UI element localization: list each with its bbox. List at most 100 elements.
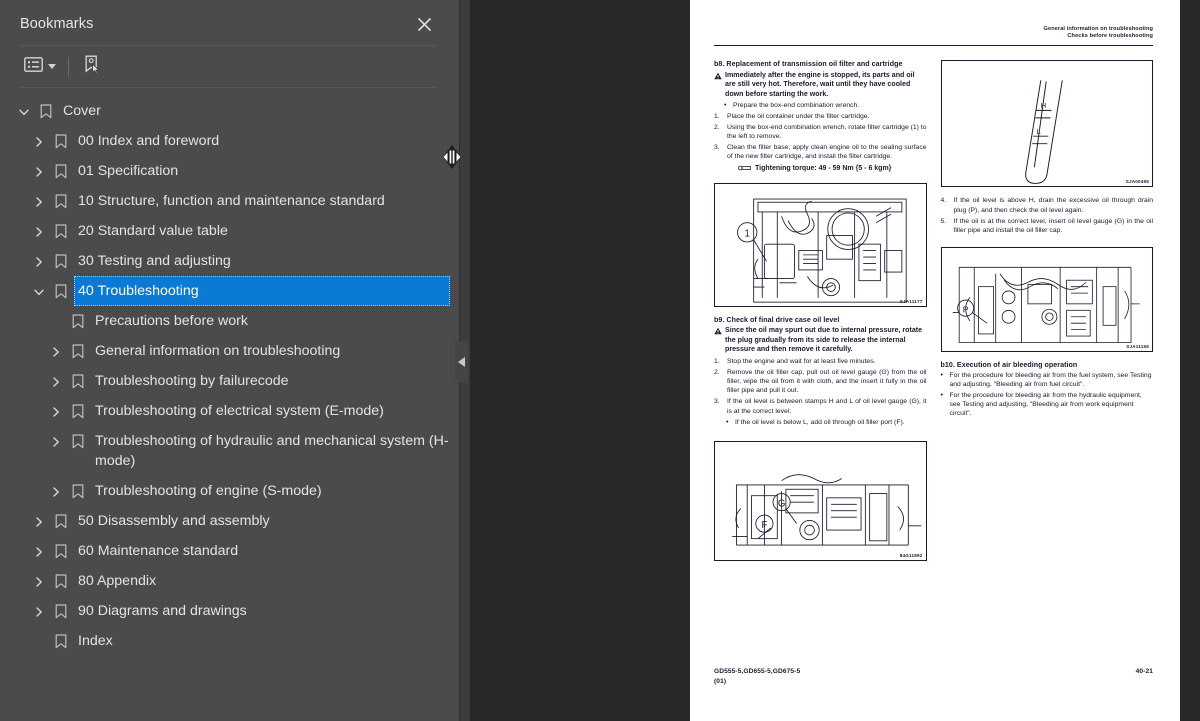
- bookmark-icon: [50, 246, 72, 269]
- figure-code: SJA11166: [1126, 343, 1149, 349]
- new-bookmark-button[interactable]: [79, 53, 106, 81]
- chevron-right-icon[interactable]: [45, 366, 67, 388]
- bookmarks-panel: Bookmarks Cover 00 Index and foreword 01…: [3, 3, 450, 718]
- svg-text:L: L: [1036, 127, 1040, 136]
- chevron-right-icon[interactable]: [28, 506, 50, 528]
- figure-sja11177: 1 SJA11177: [714, 182, 927, 307]
- page-right-column: H L SJA00495 4. If the oil level is abov…: [940, 60, 1154, 570]
- bookmark-item[interactable]: General information on troubleshooting: [3, 336, 450, 366]
- bookmark-item[interactable]: 40 Troubleshooting: [3, 276, 450, 306]
- figure-code: SJA11177: [899, 298, 923, 304]
- bookmark-item[interactable]: 60 Maintenance standard: [3, 536, 450, 566]
- step-number: 1.: [714, 357, 720, 365]
- step-text: Place the oil container under the filter…: [727, 112, 870, 120]
- figure-sja11166: P SJA11166: [940, 246, 1153, 352]
- chevron-right-icon[interactable]: [45, 476, 67, 498]
- bookmark-icon: [50, 126, 72, 149]
- bookmark-item-label: 01 Specification: [78, 163, 179, 179]
- chevron-right-icon[interactable]: [28, 126, 50, 148]
- section-b10-bullet-2: • For the procedure for bleeding air fro…: [941, 391, 1154, 419]
- section-b9-step-3: 3. If the oil level is between stamps H …: [714, 397, 927, 416]
- bookmark-item-label: 50 Disassembly and assembly: [78, 513, 270, 529]
- bookmark-item-label: Troubleshooting of engine (S-mode): [95, 483, 322, 499]
- document-viewer[interactable]: General information on troubleshooting C…: [470, 0, 1200, 721]
- step-number: 3.: [714, 144, 720, 152]
- chevron-right-icon[interactable]: [28, 566, 50, 588]
- bookmark-item[interactable]: 30 Testing and adjusting: [3, 246, 450, 276]
- page-header-line-1: General information on troubleshooting: [1043, 26, 1153, 32]
- bookmark-item[interactable]: 80 Appendix: [3, 566, 450, 596]
- bookmark-item[interactable]: 00 Index and foreword: [3, 126, 450, 156]
- footer-model-line-2: (01): [714, 677, 727, 685]
- list-options-icon: [24, 56, 43, 77]
- bookmark-item[interactable]: Cover: [3, 96, 450, 126]
- bookmarks-tree[interactable]: Cover 00 Index and foreword 01 Specificati…: [3, 88, 450, 718]
- chevron-right-icon[interactable]: [45, 396, 67, 418]
- bookmark-icon: [50, 156, 72, 179]
- warning-triangle-icon: [714, 72, 722, 100]
- figure-code: 84G11892: [899, 553, 923, 559]
- chevron-right-icon[interactable]: [45, 336, 67, 358]
- bookmark-item[interactable]: 90 Diagrams and drawings: [3, 596, 450, 626]
- chevron-right-icon[interactable]: [28, 596, 50, 618]
- bookmark-item[interactable]: Precautions before work: [3, 306, 450, 336]
- sidebar-collapse-button[interactable]: [455, 341, 468, 383]
- section-b9-step-2: 2. Remove the oil filler cap, pull out o…: [714, 368, 927, 396]
- bookmark-icon: [67, 396, 89, 419]
- bookmark-item[interactable]: Troubleshooting by failurecode: [3, 366, 450, 396]
- chevron-down-icon[interactable]: [13, 96, 35, 118]
- section-b8-warning: Immediately after the engine is stopped,…: [714, 71, 927, 100]
- chevron-right-icon[interactable]: [45, 426, 67, 448]
- bookmark-icon: [50, 566, 72, 589]
- chevron-right-icon[interactable]: [28, 536, 50, 558]
- section-b8-torque: Tightening torque: 49 - 59 Nm {5 - 6 kgm…: [714, 164, 927, 175]
- section-b10-heading: b10. Execution of air bleeding operation: [940, 360, 1078, 369]
- figure-sja00495: H L SJA00495: [940, 60, 1153, 188]
- svg-text:H: H: [1040, 102, 1045, 111]
- svg-text:G: G: [778, 499, 786, 510]
- bookmark-item-label: 00 Index and foreword: [78, 133, 220, 149]
- section-b10-bullet-1-text: For the procedure for bleeding air from …: [949, 371, 1152, 389]
- bookmark-item-label: 10 Structure, function and maintenance s…: [78, 193, 385, 209]
- section-b9-warning: Since the oil may spurt out due to inter…: [714, 326, 927, 355]
- figure-84g11892: G F 84G11892: [714, 441, 927, 562]
- bookmark-item[interactable]: 50 Disassembly and assembly: [3, 506, 450, 536]
- footer-model-block: GD555-5,GD655-5,GD675-5 (01): [714, 667, 800, 686]
- step-text: If the oil level is between stamps H and…: [727, 398, 927, 415]
- bookmark-item[interactable]: 10 Structure, function and maintenance s…: [3, 186, 450, 216]
- chevron-right-icon[interactable]: [28, 216, 50, 238]
- collapse-left-arrow-icon: [458, 357, 465, 367]
- chevron-right-icon[interactable]: [28, 246, 50, 268]
- bookmark-icon: [35, 96, 57, 119]
- bullet-dot-icon: •: [940, 391, 943, 399]
- bookmark-item[interactable]: 01 Specification: [3, 156, 450, 186]
- new-bookmark-icon: [83, 55, 102, 79]
- bookmark-item[interactable]: Index: [3, 626, 450, 656]
- bullet-dot-icon: •: [940, 371, 943, 379]
- bookmarks-panel-header: Bookmarks: [3, 3, 450, 45]
- section-b8-step-1: 1. Place the oil container under the fil…: [714, 112, 927, 121]
- bookmark-item[interactable]: Troubleshooting of electrical system (E-…: [3, 396, 450, 426]
- toolbar-divider: [68, 56, 69, 77]
- page-left-column: b8. Replacement of transmission oil filt…: [714, 60, 927, 570]
- bookmark-item[interactable]: Troubleshooting of engine (S-mode): [3, 476, 450, 506]
- bookmark-icon: [67, 366, 89, 389]
- bookmark-icon: [50, 186, 72, 209]
- bookmark-item-label: Cover: [63, 103, 101, 119]
- bookmark-item[interactable]: 20 Standard value table: [3, 216, 450, 246]
- bookmark-item-label: Index: [78, 633, 113, 649]
- bookmarks-sidebar: Bookmarks Cover 00 Index and foreword 01…: [0, 0, 468, 721]
- chevron-down-icon[interactable]: [28, 276, 50, 298]
- bookmark-item[interactable]: Troubleshooting of hydraulic and mechani…: [3, 426, 450, 476]
- section-b8-bullet-1-text: Prepare the box-end combination wrench.: [733, 102, 860, 110]
- section-b9-step-1: 1. Stop the engine and wait for at least…: [714, 357, 927, 366]
- bookmark-options-button[interactable]: [20, 55, 60, 79]
- chevron-right-icon[interactable]: [28, 156, 50, 178]
- bookmark-icon: [50, 506, 72, 529]
- svg-text:P: P: [962, 304, 968, 314]
- chevron-right-icon[interactable]: [28, 186, 50, 208]
- close-icon[interactable]: [412, 12, 436, 36]
- step-number: 1.: [714, 112, 720, 120]
- page-header-rule: [714, 45, 1153, 47]
